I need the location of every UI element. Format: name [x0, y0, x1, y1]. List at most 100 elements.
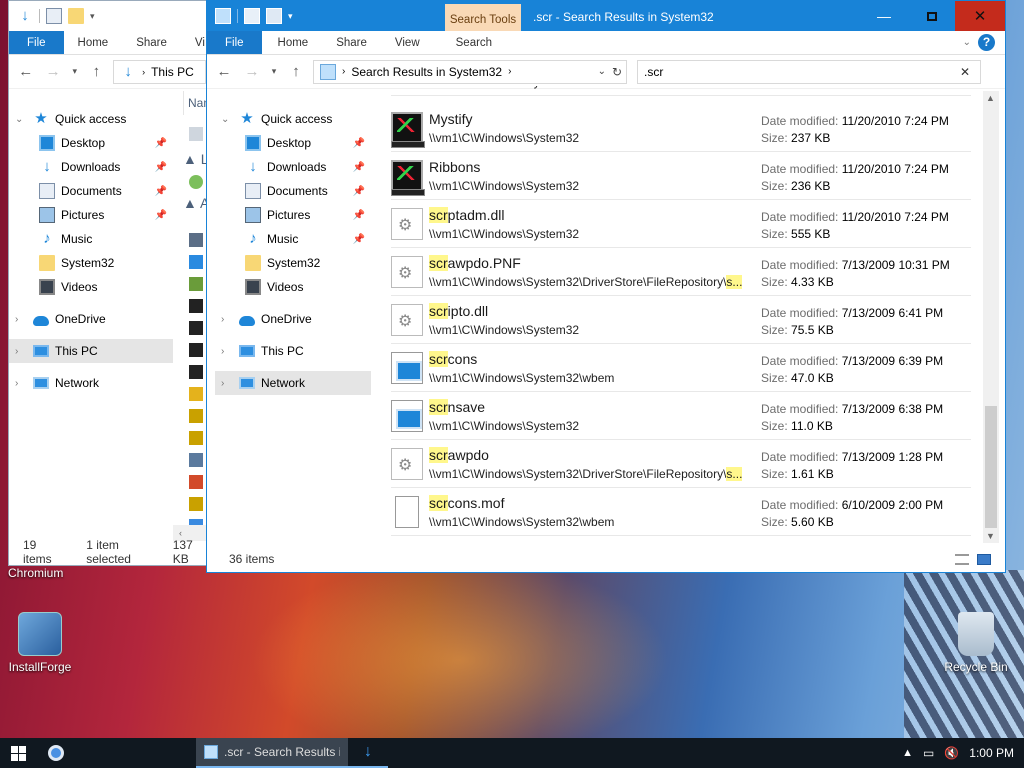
tab-view[interactable]: View	[381, 31, 434, 54]
taskbar-chromium[interactable]	[36, 738, 76, 768]
desktop-icon-recycle-bin[interactable]: Recycle Bin	[936, 612, 1016, 674]
details-view-icon[interactable]	[955, 553, 969, 565]
show-hidden-icons-icon[interactable]: ▲	[902, 747, 913, 759]
vertical-scrollbar[interactable]: ▲ ▼	[983, 91, 999, 543]
tab-share[interactable]: Share	[122, 31, 181, 54]
nav-item-videos[interactable]: Videos	[9, 275, 173, 299]
nav-item-network[interactable]: › Network	[9, 371, 173, 395]
chevron-right-icon[interactable]: ›	[15, 314, 18, 325]
nav-item-quick-access[interactable]: ⌄ ★ Quick access	[9, 107, 173, 131]
scrollbar-thumb[interactable]	[985, 406, 997, 528]
nav-item-this-pc[interactable]: › This PC	[9, 339, 173, 363]
result-row[interactable]: scrnsave \\vm1\C\Windows\System32 Date mod…	[391, 392, 971, 440]
nav-item-desktop[interactable]: Desktop 📌	[9, 131, 173, 155]
title-bar[interactable]: ▾ Search Tools .scr - Search Results in …	[207, 1, 1005, 31]
nav-item-music[interactable]: ♪ Music 📌	[215, 227, 371, 251]
new-folder-icon[interactable]	[266, 8, 282, 24]
up-icon[interactable]: ↑	[86, 61, 107, 83]
result-row[interactable]: \\vm1\C\Windows\System32 Size: 326 KB	[391, 86, 971, 96]
result-name: scrptadm.dll	[429, 207, 504, 223]
result-row[interactable]: scrawpdo \\vm1\C\Windows\System32\DriverS…	[391, 440, 971, 488]
nav-item-music[interactable]: ♪ Music	[9, 227, 173, 251]
back-icon[interactable]: ←	[15, 61, 36, 83]
address-dropdown-icon[interactable]: ⌄	[598, 66, 606, 77]
nav-item-videos[interactable]: Videos	[215, 275, 371, 299]
taskbar-task-explorer[interactable]: ↓	[348, 738, 388, 768]
forward-icon[interactable]: →	[241, 61, 263, 83]
chevron-right-icon[interactable]: ›	[221, 314, 224, 325]
result-row[interactable]: Mystify \\vm1\C\Windows\System32 Date modi…	[391, 104, 971, 152]
ribbon-expand-icon[interactable]: ⌄	[963, 37, 971, 48]
result-size: Size: 326 KB	[761, 86, 830, 89]
result-row[interactable]: scripto.dll \\vm1\C\Windows\System32 Date …	[391, 296, 971, 344]
nav-item-documents[interactable]: Documents 📌	[215, 179, 371, 203]
clear-search-icon[interactable]: ✕	[960, 65, 970, 79]
result-row[interactable]: scrptadm.dll \\vm1\C\Windows\System32 Date…	[391, 200, 971, 248]
tab-home[interactable]: Home	[64, 31, 123, 54]
tab-share[interactable]: Share	[322, 31, 381, 54]
explorer-window-search[interactable]: ▾ Search Tools .scr - Search Results in …	[206, 0, 1006, 573]
large-icons-view-icon[interactable]	[977, 553, 991, 565]
result-row[interactable]: scrcons \\vm1\C\Windows\System32\wbem Date…	[391, 344, 971, 392]
up-icon[interactable]: ↑	[285, 61, 307, 83]
desktop-icon-installforge[interactable]: InstallForge	[0, 612, 80, 674]
result-row[interactable]: scrcons.mof \\vm1\C\Windows\System32\wbem…	[391, 488, 971, 536]
close-button[interactable]: ✕	[955, 1, 1005, 31]
chevron-right-icon[interactable]: ›	[15, 346, 18, 357]
refresh-icon[interactable]: ↻	[612, 65, 622, 79]
help-icon[interactable]: ?	[978, 34, 995, 51]
recent-locations-icon[interactable]: ▾	[269, 61, 279, 83]
nav-item-downloads[interactable]: ↓ Downloads 📌	[215, 155, 371, 179]
chevron-right-icon[interactable]: ›	[221, 378, 224, 389]
chevron-down-icon[interactable]: ▾	[90, 11, 95, 22]
download-icon[interactable]: ↓	[17, 8, 33, 24]
chevron-down-icon[interactable]: ▾	[70, 61, 80, 83]
nav-item-system32[interactable]: System32	[9, 251, 173, 275]
nav-item-network[interactable]: › Network	[215, 371, 371, 395]
chevron-down-icon[interactable]: ▾	[288, 11, 293, 22]
tab-file[interactable]: File	[207, 31, 262, 54]
nav-item-pictures[interactable]: Pictures 📌	[9, 203, 173, 227]
nav-item-quick-access[interactable]: ⌄ ★ Quick access	[215, 107, 371, 131]
taskbar-task-explorer-search[interactable]: .scr - Search Results i...	[196, 738, 348, 768]
address-bar[interactable]: › Search Results in System32 › ⌄ ↻	[313, 59, 627, 84]
tab-view[interactable]: Vi	[181, 31, 205, 54]
tab-file[interactable]: File	[9, 31, 64, 54]
volume-muted-icon[interactable]: 🔇	[944, 746, 959, 760]
explorer-window-background[interactable]: ↓ ▾ File Home Share Vi ← → ▾ ↑ ↓ › This …	[8, 0, 213, 566]
chevron-right-icon[interactable]: ›	[221, 346, 224, 357]
scroll-up-icon[interactable]: ▲	[986, 93, 995, 103]
network-icon[interactable]: ▭	[923, 746, 934, 760]
properties-icon[interactable]	[46, 8, 62, 24]
nav-item-onedrive[interactable]: › OneDrive	[9, 307, 173, 331]
size-label: Size:	[761, 227, 788, 241]
tab-search[interactable]: Search	[434, 31, 506, 54]
start-button[interactable]	[0, 738, 36, 768]
chevron-right-icon[interactable]: ›	[15, 378, 18, 389]
address-bar[interactable]: ↓ › This PC	[113, 59, 206, 84]
search-input-value[interactable]: .scr	[644, 65, 663, 79]
forward-icon[interactable]: →	[42, 61, 63, 83]
nav-item-documents[interactable]: Documents 📌	[9, 179, 173, 203]
minimize-button[interactable]: —	[861, 1, 907, 31]
nav-item-system32[interactable]: System32	[215, 251, 371, 275]
nav-item-this-pc[interactable]: › This PC	[215, 339, 371, 363]
nav-item-desktop[interactable]: Desktop 📌	[215, 131, 371, 155]
result-row[interactable]: Ribbons \\vm1\C\Windows\System32 Date modi…	[391, 152, 971, 200]
new-folder-icon[interactable]	[68, 8, 84, 24]
properties-icon[interactable]	[244, 8, 260, 24]
tab-home[interactable]: Home	[262, 31, 323, 54]
nav-item-downloads[interactable]: ↓ Downloads 📌	[9, 155, 173, 179]
chevron-down-icon[interactable]: ⌄	[15, 114, 23, 125]
search-box[interactable]: .scr ✕	[637, 59, 981, 84]
scroll-down-icon[interactable]: ▼	[986, 531, 995, 541]
nav-item-onedrive[interactable]: › OneDrive	[215, 307, 371, 331]
maximize-button[interactable]	[909, 1, 955, 31]
result-row[interactable]: scrawpdo.PNF \\vm1\C\Windows\System32\Dri…	[391, 248, 971, 296]
clock[interactable]: 1:00 PM	[969, 746, 1014, 760]
context-tab-search-tools[interactable]: Search Tools	[445, 4, 521, 31]
back-icon[interactable]: ←	[213, 61, 235, 83]
nav-item-pictures[interactable]: Pictures 📌	[215, 203, 371, 227]
chevron-down-icon[interactable]: ⌄	[221, 114, 229, 125]
title-bar[interactable]: ↓ ▾	[9, 1, 212, 31]
